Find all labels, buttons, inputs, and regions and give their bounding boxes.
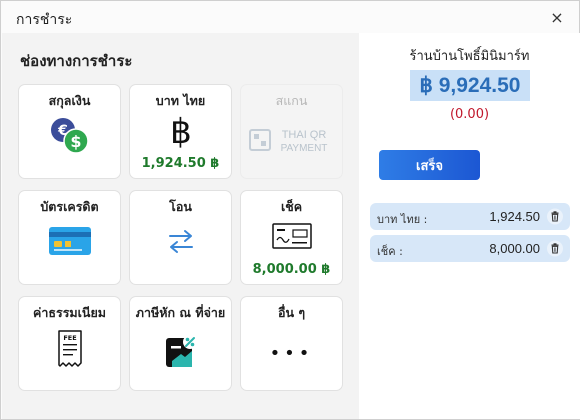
title-bar: การชำระ × [1,1,579,33]
delete-payment-button[interactable] [547,240,563,257]
method-tile-currency[interactable]: สกุลเงิน € $ [18,84,121,179]
section-title: ช่องทางการชำระ [20,52,133,70]
total-amount: ฿ 9,924.50 [419,74,521,97]
method-tile-scan: สแกน THAI QR PAYMENT [240,84,343,179]
transfer-arrows-icon [130,221,231,261]
summary-panel: ร้านบ้านโพธิ์มินิมาร์ท ฿ 9,924.50 (0.00)… [359,33,580,419]
method-label: อื่น ๆ [277,305,306,320]
fee-text: FEE [63,334,76,342]
trash-icon [547,240,563,257]
more-icon: ••• [269,342,314,364]
shop-name: ร้านบ้านโพธิ์มินิมาร์ท [409,49,530,64]
fee-receipt-icon: FEE [19,329,120,369]
svg-text:฿: ฿ [170,112,192,151]
payment-amount: 8,000.00 [489,241,540,256]
tax-withholding-icon [130,331,231,371]
thai-qr-payment-icon: THAI QR PAYMENT [241,121,342,161]
method-label: บาท ไทย [155,93,206,108]
total-amount-box: ฿ 9,924.50 [410,70,530,101]
method-tile-credit-card[interactable]: บัตรเครดิต [18,190,121,285]
window-title: การชำระ [16,12,73,28]
payment-row: เช็ค : 8,000.00 [370,235,570,262]
method-tile-transfer[interactable]: โอน [129,190,232,285]
method-amount: 8,000.00 ฿ [252,262,331,277]
method-tile-thai-baht[interactable]: บาท ไทย ฿ 1,924.50 ฿ [129,84,232,179]
currency-exchange-icon: € $ [19,115,120,155]
method-tile-cheque[interactable]: เช็ค 8,000.00 ฿ [240,190,343,285]
svg-text:$: $ [70,132,81,151]
method-label: ภาษีหัก ณ ที่จ่าย [135,305,226,320]
qr-brand-subtext: PAYMENT [280,143,327,154]
change-amount: (0.00) [449,107,490,122]
credit-card-icon [19,221,120,261]
close-icon: × [550,7,564,27]
payment-amount: 1,924.50 [489,209,540,224]
close-button[interactable]: × [547,7,567,27]
payment-row: บาท ไทย : 1,924.50 [370,203,570,230]
payment-method: บาท ไทย : [377,213,428,226]
trash-icon [547,208,563,225]
qr-brand-text: THAI QR [281,129,326,141]
method-tile-fee[interactable]: ค่าธรรมเนียม FEE [18,296,121,391]
method-label: บัตรเครดิต [40,199,99,214]
done-button[interactable]: เสร็จ [379,150,480,180]
cheque-icon [241,217,342,257]
method-tile-others[interactable]: อื่น ๆ ••• [240,296,343,391]
method-label: โอน [169,199,192,214]
payment-method: เช็ค : [377,245,403,258]
method-label: สแกน [275,93,308,108]
method-label: เช็ค [280,199,303,214]
method-label: สกุลเงิน [48,93,91,108]
payment-window: การชำระ × ช่องทางการชำระ สกุลเงิน € $ บา… [0,0,580,420]
delete-payment-button[interactable] [547,208,563,225]
method-label: ค่าธรรมเนียม [32,305,107,320]
method-amount: 1,924.50 ฿ [141,156,220,171]
payment-methods-panel: ช่องทางการชำระ สกุลเงิน € $ บาท ไทย ฿ 1,… [2,33,359,419]
baht-icon: ฿ [130,111,231,151]
method-tile-withholding-tax[interactable]: ภาษีหัก ณ ที่จ่าย [129,296,232,391]
